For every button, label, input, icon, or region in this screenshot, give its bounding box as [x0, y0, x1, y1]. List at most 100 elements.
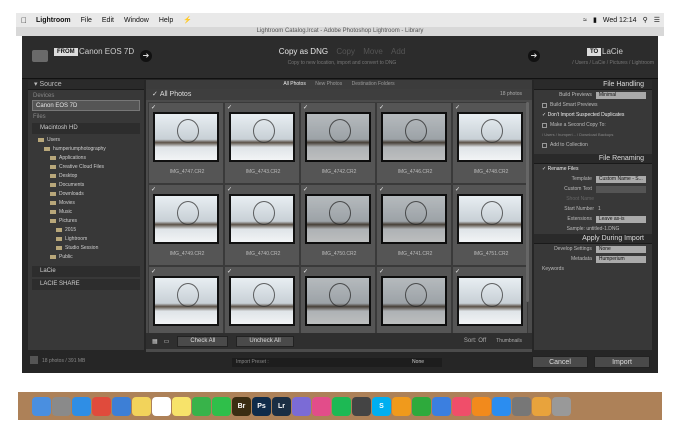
- photo-thumbnail[interactable]: [229, 276, 295, 326]
- checkbox-icon[interactable]: [542, 102, 547, 108]
- mode-copy-as-dng[interactable]: Copy as DNG: [279, 47, 328, 56]
- photo-thumbnail[interactable]: [153, 112, 219, 162]
- volume-lacie-share[interactable]: LACIE SHARE: [32, 279, 140, 290]
- photo-cell[interactable]: ✓ IMG_4746.CR2: [376, 102, 452, 184]
- import-preset[interactable]: Import Preset : None: [232, 358, 442, 367]
- search-icon[interactable]: ⚲: [643, 16, 648, 24]
- photo-checkbox[interactable]: ✓: [151, 186, 156, 193]
- folder-item[interactable]: Music: [28, 208, 144, 217]
- tab-all-photos[interactable]: All Photos: [283, 81, 306, 87]
- app-store-icon[interactable]: [492, 396, 511, 416]
- trash-icon[interactable]: [552, 396, 571, 416]
- volume-macintosh-hd[interactable]: Macintosh HD: [32, 123, 140, 134]
- photo-checkbox[interactable]: ✓: [455, 104, 460, 111]
- photo-cell[interactable]: ✓ IMG_4751.CR2: [452, 184, 528, 266]
- custom-text-input[interactable]: [595, 185, 646, 193]
- photos-icon[interactable]: [532, 396, 551, 416]
- volume-lacie[interactable]: LaCie: [32, 266, 140, 277]
- photo-cell[interactable]: ✓ IMG_4749.CR2: [148, 184, 224, 266]
- rename-files-row[interactable]: ✓ Rename Files: [534, 164, 652, 174]
- facetime-icon[interactable]: [212, 396, 231, 416]
- photo-checkbox[interactable]: ✓: [379, 186, 384, 193]
- clock[interactable]: Wed 12:14: [603, 17, 637, 24]
- mail-icon[interactable]: [112, 396, 131, 416]
- source-header[interactable]: ▾ Source: [28, 80, 144, 90]
- mode-copy[interactable]: Copy: [336, 47, 355, 56]
- photo-thumbnail[interactable]: [381, 112, 447, 162]
- finder-icon[interactable]: [32, 396, 51, 416]
- menu-file[interactable]: File: [81, 17, 92, 24]
- wifi-icon[interactable]: ≈: [583, 17, 587, 24]
- checkbox-icon[interactable]: [542, 142, 547, 148]
- system-preferences-icon[interactable]: [512, 396, 531, 416]
- uncheck-all-button[interactable]: Uncheck All: [236, 335, 294, 347]
- tab-new-photos[interactable]: New Photos: [315, 81, 342, 87]
- photo-checkbox[interactable]: ✓: [227, 268, 232, 275]
- template-select[interactable]: Custom Name - S...: [595, 175, 646, 183]
- folder-item[interactable]: Movies: [28, 199, 144, 208]
- bolt-icon[interactable]: ⚡: [183, 16, 192, 24]
- extensions-select[interactable]: Leave as-is: [595, 215, 646, 223]
- photo-thumbnail[interactable]: [457, 194, 523, 244]
- folder-item[interactable]: 2015: [28, 226, 144, 235]
- folder-item[interactable]: Lightroom: [28, 235, 144, 244]
- photo-cell[interactable]: ✓ IMG_4747.CR2: [148, 102, 224, 184]
- file-renaming-header[interactable]: File Renaming: [534, 154, 652, 164]
- photo-thumbnail[interactable]: [457, 112, 523, 162]
- add-collection-row[interactable]: Add to Collection: [534, 140, 652, 150]
- numbers-icon[interactable]: [412, 396, 431, 416]
- folder-item[interactable]: Pictures: [28, 217, 144, 226]
- photo-thumbnail[interactable]: [381, 194, 447, 244]
- menu-help[interactable]: Help: [159, 17, 173, 24]
- thumbnails-slider[interactable]: Thumbnails: [496, 338, 522, 344]
- chrome-icon[interactable]: [92, 396, 111, 416]
- folder-item[interactable]: Users: [28, 136, 144, 145]
- folder-item[interactable]: Creative Cloud Files: [28, 163, 144, 172]
- cancel-button[interactable]: Cancel: [532, 356, 588, 368]
- photo-checkbox[interactable]: ✓: [455, 268, 460, 275]
- source-device[interactable]: Canon EOS 7D: [79, 47, 134, 56]
- photo-thumbnail[interactable]: [381, 276, 447, 326]
- photo-thumbnail[interactable]: [229, 112, 295, 162]
- photo-checkbox[interactable]: ✓: [303, 104, 308, 111]
- photo-checkbox[interactable]: ✓: [151, 104, 156, 111]
- menu-window[interactable]: Window: [124, 17, 149, 24]
- photo-cell[interactable]: ✓ IMG_4743.CR2: [224, 102, 300, 184]
- photo-thumbnail[interactable]: [457, 276, 523, 326]
- photo-thumbnail[interactable]: [153, 276, 219, 326]
- photo-thumbnail[interactable]: [305, 276, 371, 326]
- photo-cell[interactable]: ✓ IMG_4740.CR2: [224, 184, 300, 266]
- itunes-icon[interactable]: [312, 396, 331, 416]
- device-item[interactable]: Canon EOS 7D: [32, 100, 140, 111]
- photoshop-icon[interactable]: Ps: [252, 396, 271, 416]
- file-handling-header[interactable]: File Handling: [534, 80, 652, 90]
- calendar-icon[interactable]: [152, 396, 171, 416]
- build-smart-row[interactable]: Build Smart Previews: [534, 100, 652, 110]
- expand-icon[interactable]: [30, 356, 38, 364]
- bridge-icon[interactable]: Br: [232, 396, 251, 416]
- messages-icon[interactable]: [192, 396, 211, 416]
- second-copy-row[interactable]: Make a Second Copy To:: [534, 120, 652, 130]
- grid-view-icon[interactable]: ▦: [152, 338, 158, 345]
- camera-icon[interactable]: [352, 396, 371, 416]
- apple-icon[interactable]: : [16, 16, 32, 25]
- mode-move[interactable]: Move: [363, 47, 383, 56]
- tab-destination-folders[interactable]: Destination Folders: [352, 81, 395, 87]
- checkbox-icon[interactable]: [542, 122, 547, 128]
- loupe-view-icon[interactable]: ▭: [164, 338, 170, 345]
- menu-edit[interactable]: Edit: [102, 17, 114, 24]
- folder-item[interactable]: Studio Session: [28, 244, 144, 253]
- folder-item[interactable]: Downloads: [28, 190, 144, 199]
- dont-import-row[interactable]: ✓ Don't Import Suspected Duplicates: [534, 110, 652, 120]
- start-number-value[interactable]: 1: [598, 204, 601, 214]
- photo-cell[interactable]: ✓ IMG_4750.CR2: [300, 184, 376, 266]
- develop-select[interactable]: None: [595, 245, 646, 253]
- preview-icon[interactable]: [292, 396, 311, 416]
- photo-checkbox[interactable]: ✓: [379, 104, 384, 111]
- import-button[interactable]: Import: [594, 356, 650, 368]
- photo-cell[interactable]: ✓ IMG_4741.CR2: [376, 184, 452, 266]
- photo-checkbox[interactable]: ✓: [151, 268, 156, 275]
- lightroom-icon[interactable]: Lr: [272, 396, 291, 416]
- photo-thumbnail[interactable]: [229, 194, 295, 244]
- folder-item[interactable]: Documents: [28, 181, 144, 190]
